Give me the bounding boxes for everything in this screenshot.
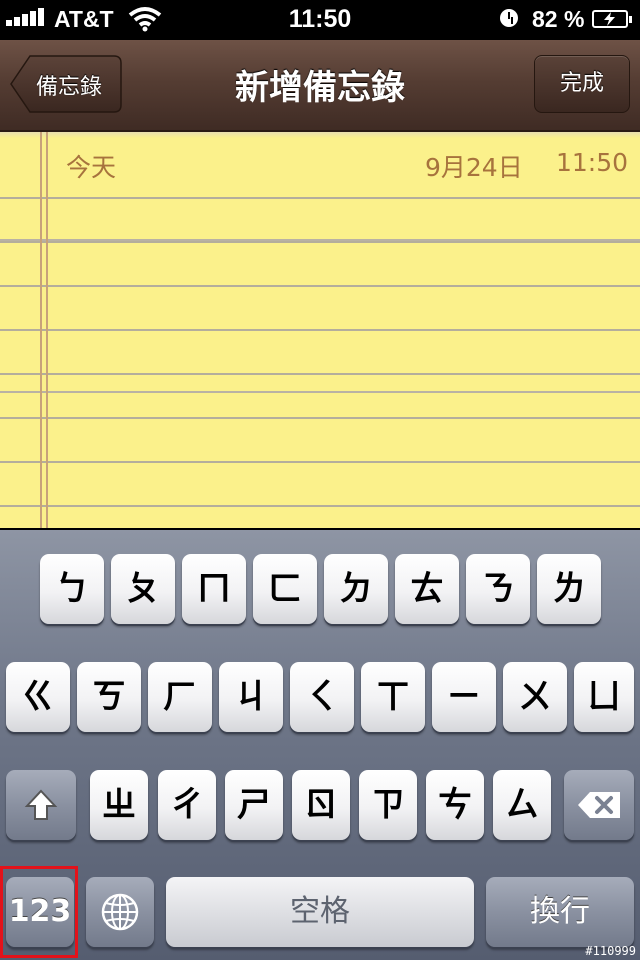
key-s[interactable]: ㄙ [493, 770, 551, 840]
battery-percent: 82 % [532, 6, 585, 32]
note-line [0, 417, 640, 419]
key-d[interactable]: ㄉ [324, 554, 388, 624]
key-x[interactable]: ㄒ [361, 662, 425, 732]
backspace-icon [578, 792, 620, 818]
key-n[interactable]: ㄋ [466, 554, 530, 624]
key-f[interactable]: ㄈ [253, 554, 317, 624]
alarm-clock-icon [500, 9, 518, 27]
paper-edge [0, 132, 640, 138]
status-bar: AT&T 11:50 82 % [0, 0, 640, 40]
done-button[interactable]: 完成 [534, 55, 630, 113]
note-line [0, 241, 640, 243]
note-editor[interactable]: 今天 9月24日 11:50 [0, 132, 640, 528]
key-zh[interactable]: ㄓ [90, 770, 148, 840]
note-line [0, 505, 640, 507]
key-yu[interactable]: ㄩ [574, 662, 634, 732]
key-u[interactable]: ㄨ [503, 662, 567, 732]
highlight-box [0, 866, 78, 958]
margin-line [40, 132, 42, 528]
margin-line [46, 132, 48, 528]
key-ch[interactable]: ㄔ [158, 770, 216, 840]
note-line [0, 373, 640, 375]
key-z[interactable]: ㄗ [359, 770, 417, 840]
keyboard: ㄅ ㄆ ㄇ ㄈ ㄉ ㄊ ㄋ ㄌ ㄍ ㄎ ㄏ ㄐ ㄑ ㄒ ㄧ ㄨ ㄩ ㄓ ㄔ ㄕ … [0, 530, 640, 960]
return-key[interactable]: 換行 [486, 877, 634, 947]
globe-key[interactable] [86, 877, 154, 947]
note-date: 9月24日 [425, 153, 523, 182]
key-j[interactable]: ㄐ [219, 662, 283, 732]
key-c[interactable]: ㄘ [426, 770, 484, 840]
shift-icon [24, 789, 58, 820]
key-g[interactable]: ㄍ [6, 662, 70, 732]
navigation-bar: 備忘錄 新增備忘錄 完成 [0, 40, 640, 132]
globe-icon [101, 893, 139, 931]
note-line [0, 461, 640, 463]
shift-key[interactable] [6, 770, 76, 840]
note-line [0, 329, 640, 331]
key-i[interactable]: ㄧ [432, 662, 496, 732]
key-r[interactable]: ㄖ [292, 770, 350, 840]
key-t[interactable]: ㄊ [395, 554, 459, 624]
key-m[interactable]: ㄇ [182, 554, 246, 624]
note-line [0, 285, 640, 287]
note-time: 11:50 [556, 148, 629, 177]
key-l[interactable]: ㄌ [537, 554, 601, 624]
watermark: #110999 [585, 944, 636, 958]
note-line [0, 197, 640, 199]
key-q[interactable]: ㄑ [290, 662, 354, 732]
key-b[interactable]: ㄅ [40, 554, 104, 624]
key-h[interactable]: ㄏ [148, 662, 212, 732]
key-sh[interactable]: ㄕ [225, 770, 283, 840]
backspace-key[interactable] [564, 770, 634, 840]
key-k[interactable]: ㄎ [77, 662, 141, 732]
battery-charging-icon [592, 10, 632, 28]
note-day-label: 今天 [66, 153, 117, 182]
key-p[interactable]: ㄆ [111, 554, 175, 624]
space-key[interactable]: 空格 [166, 877, 474, 947]
